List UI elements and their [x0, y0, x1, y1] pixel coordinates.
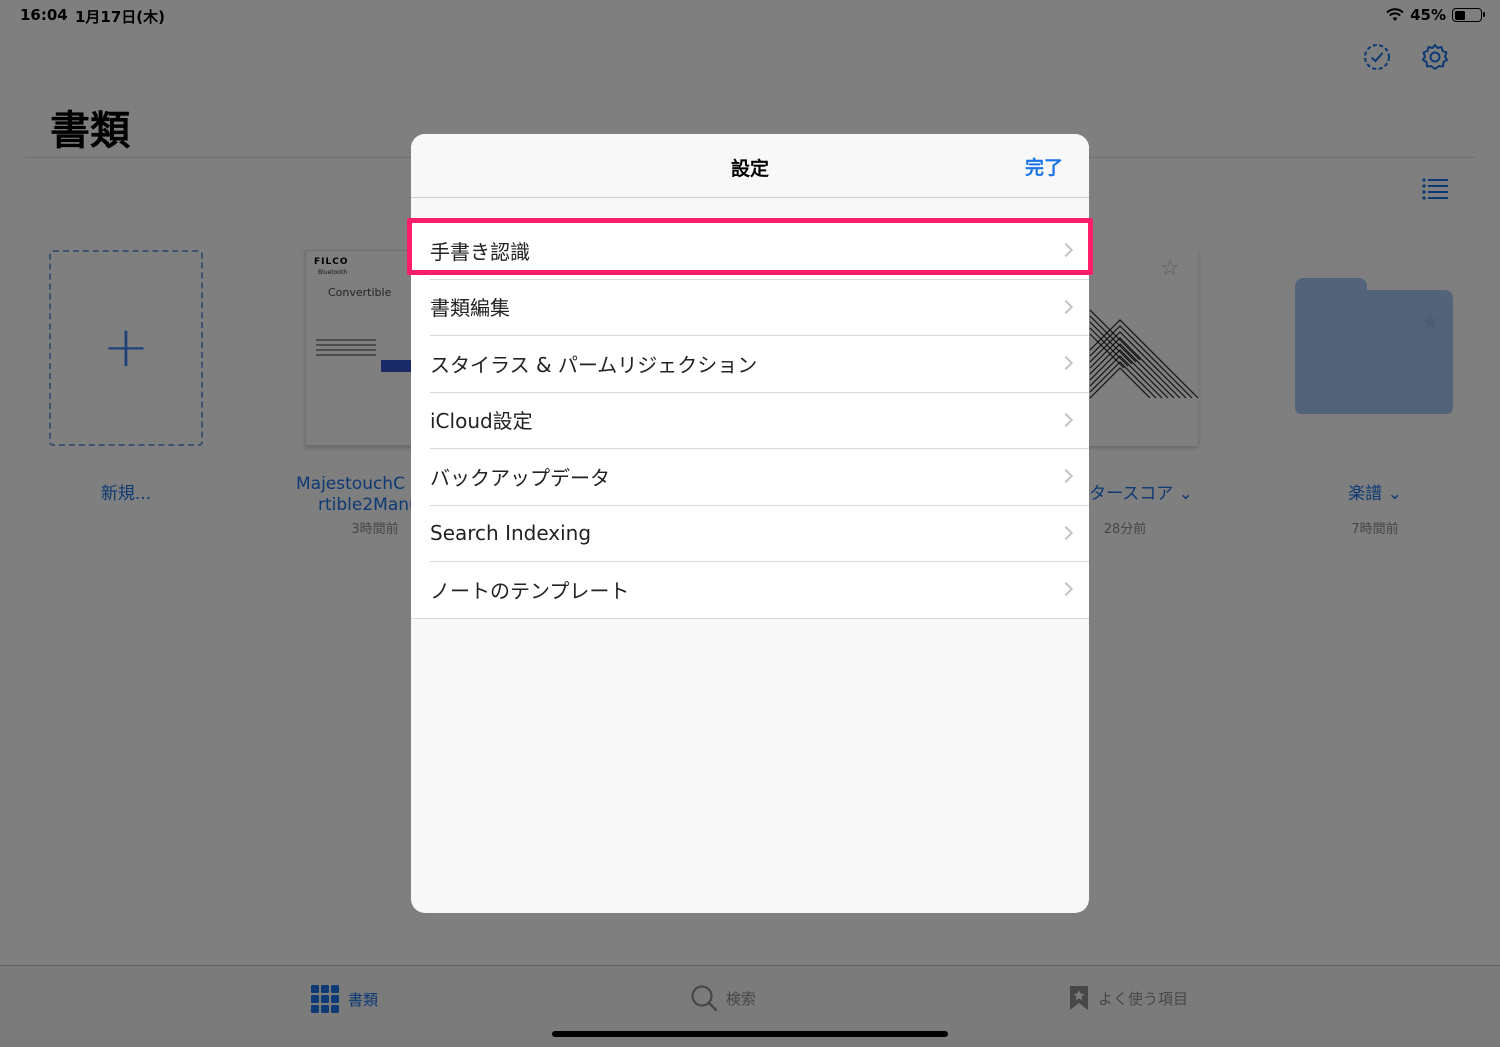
settings-list: 手書き認識 書類編集 スタイラス & パームリジェクション iCloud設定 バ…: [411, 221, 1089, 619]
chevron-right-icon: [1058, 243, 1074, 258]
modal-title: 設定: [730, 158, 769, 180]
chevron-right-icon: [1058, 299, 1074, 314]
settings-row-label: 手書き認識: [430, 239, 530, 264]
settings-modal: 設定 完了 手書き認識 書類編集 スタイラス & パームリジェクション iClo…: [411, 134, 1089, 913]
settings-row-document-editing[interactable]: 書類編集: [411, 278, 1089, 336]
chevron-right-icon: [1058, 582, 1074, 597]
settings-row-stylus-palm-rejection[interactable]: スタイラス & パームリジェクション: [411, 335, 1089, 392]
chevron-right-icon: [1058, 356, 1074, 371]
chevron-right-icon: [1058, 469, 1074, 484]
modal-header: 設定 完了: [411, 134, 1089, 198]
done-button[interactable]: 完了: [1025, 153, 1063, 180]
settings-row-label: 書類編集: [430, 296, 510, 321]
chevron-right-icon: [1058, 525, 1074, 540]
settings-row-search-indexing[interactable]: Search Indexing: [411, 504, 1089, 562]
settings-row-label: バックアップデータ: [430, 465, 610, 490]
settings-row-handwriting[interactable]: 手書き認識: [411, 222, 1089, 279]
home-indicator[interactable]: [552, 1031, 948, 1037]
settings-row-backup[interactable]: バックアップデータ: [411, 448, 1089, 505]
settings-row-icloud[interactable]: iCloud設定: [411, 391, 1089, 449]
settings-row-label: iCloud設定: [430, 409, 533, 434]
settings-row-note-templates[interactable]: ノートのテンプレート: [411, 561, 1089, 618]
chevron-right-icon: [1058, 412, 1074, 427]
settings-row-label: スタイラス & パームリジェクション: [430, 352, 758, 377]
settings-row-label: ノートのテンプレート: [430, 578, 630, 603]
settings-row-label: Search Indexing: [430, 520, 592, 545]
